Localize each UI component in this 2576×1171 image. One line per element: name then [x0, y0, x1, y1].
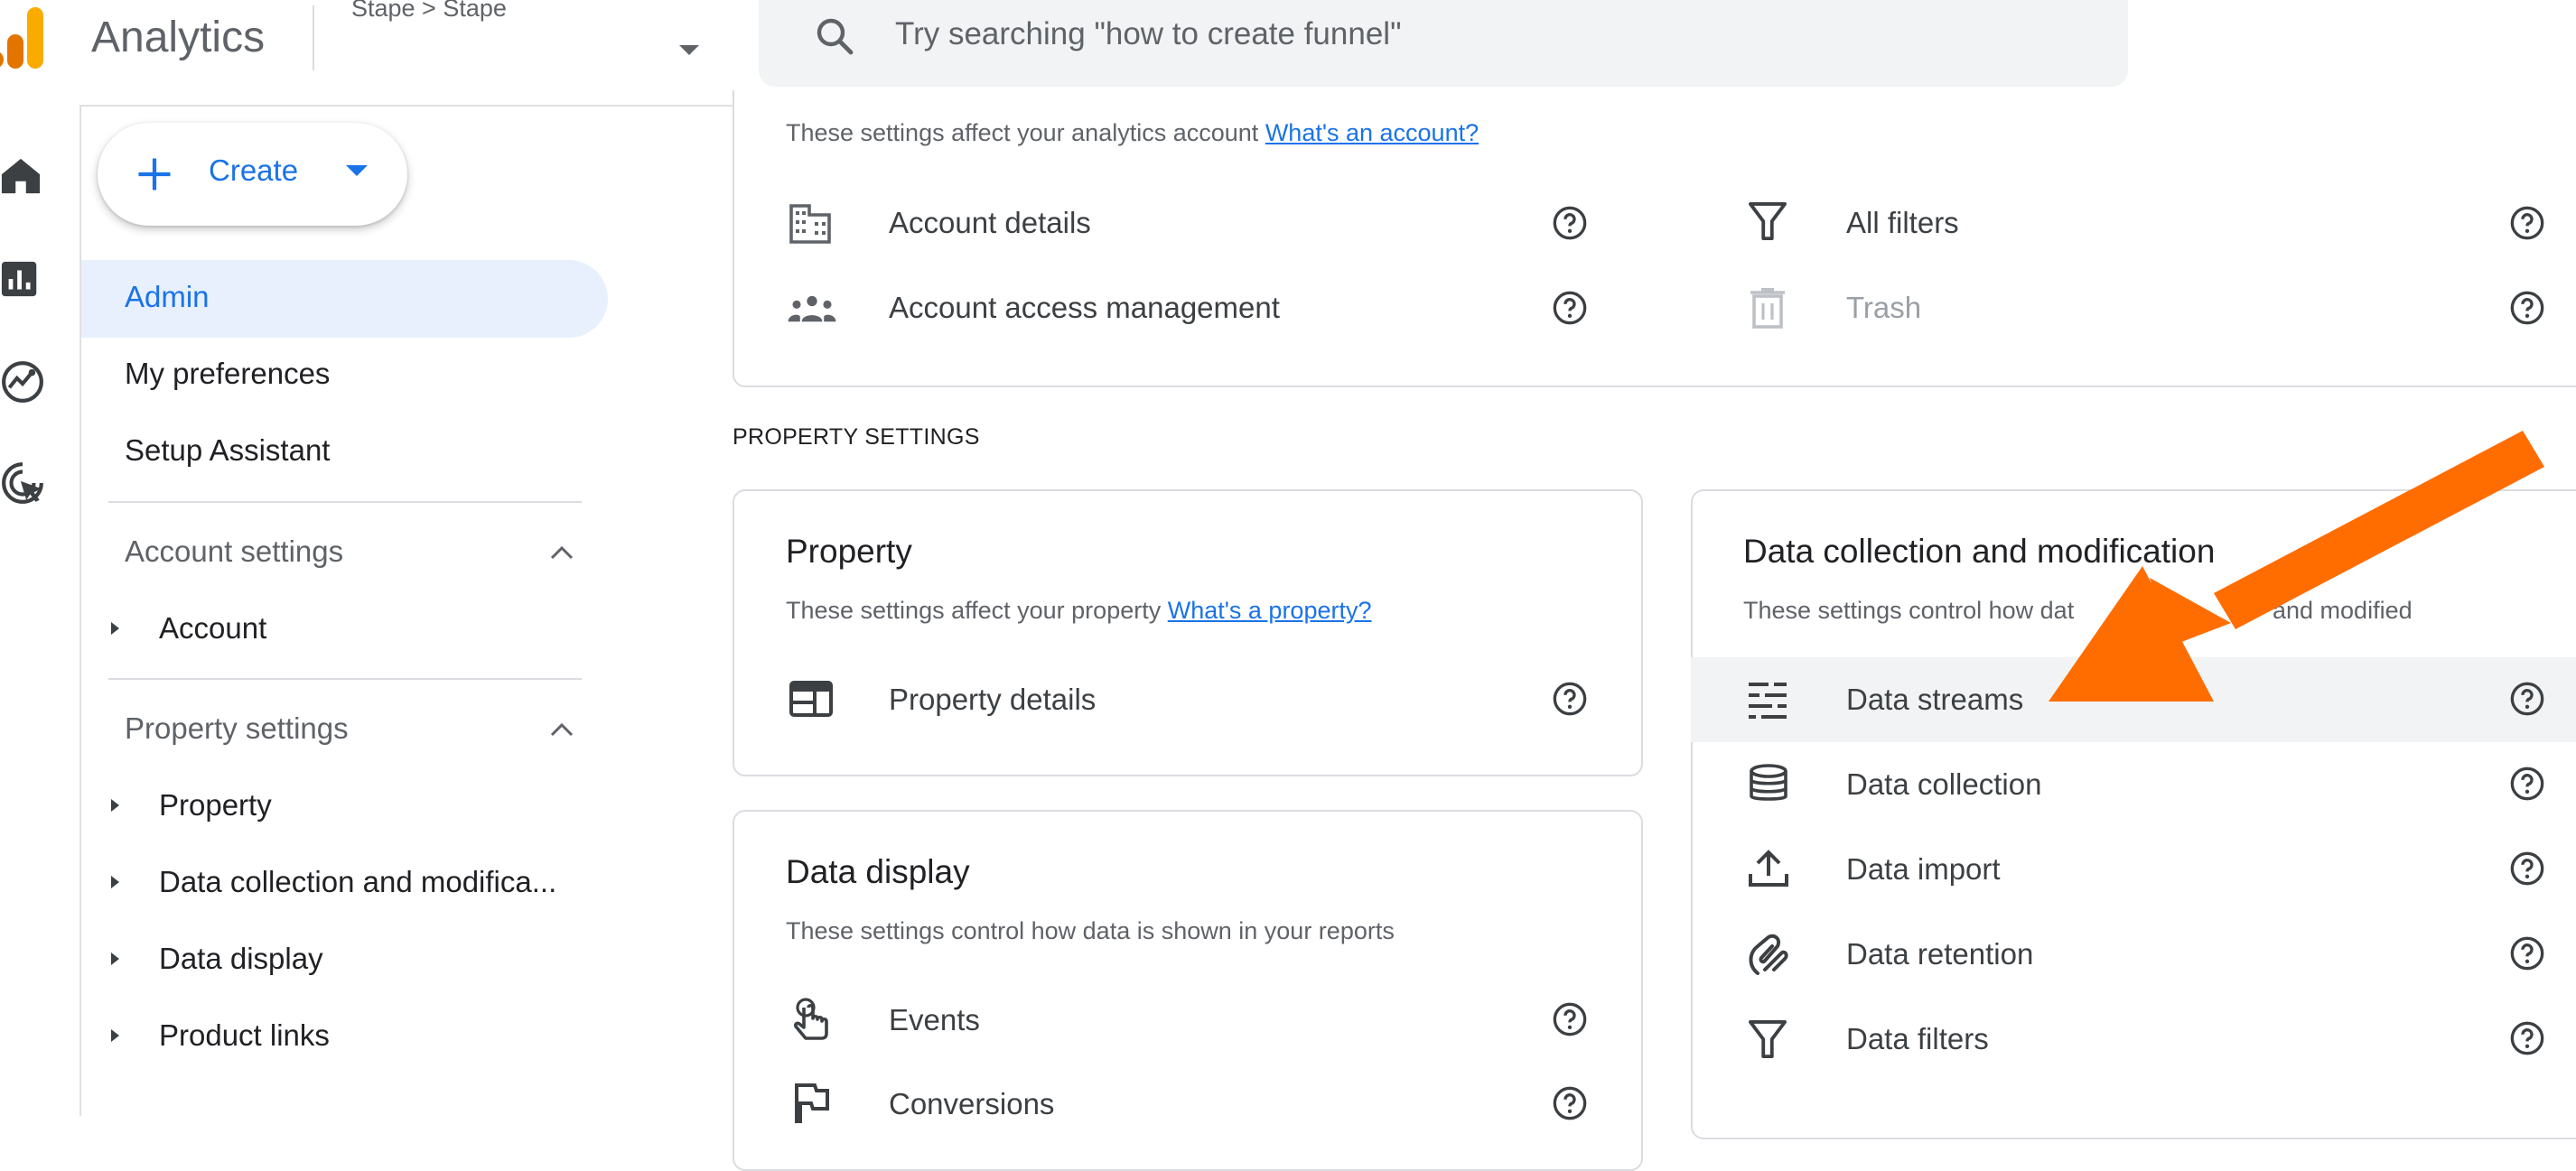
search-placeholder[interactable]: Try searching "how to create funnel" — [895, 16, 1402, 52]
property-settings-header[interactable]: Property settings — [125, 711, 349, 746]
explore-icon[interactable] — [0, 359, 45, 404]
whats-a-property-link[interactable]: What's a property? — [1168, 597, 1372, 624]
help-icon[interactable] — [2509, 935, 2545, 971]
expand-arrow-icon[interactable] — [111, 622, 119, 635]
trash-icon — [1750, 287, 1785, 329]
help-icon[interactable] — [2509, 1020, 2545, 1056]
data-collection-card — [1691, 489, 2576, 1139]
title-divider — [313, 5, 314, 70]
property-details-icon — [789, 681, 833, 717]
all-filters-link[interactable]: All filters — [1846, 206, 1959, 240]
help-icon[interactable] — [1552, 205, 1588, 241]
account-access-management-link[interactable]: Account access management — [889, 291, 1280, 325]
search-icon[interactable] — [813, 14, 856, 58]
data-filters-link[interactable]: Data filters — [1846, 1022, 1989, 1056]
help-icon[interactable] — [2509, 850, 2545, 887]
advertising-icon[interactable] — [0, 460, 45, 506]
events-link[interactable]: Events — [889, 1003, 980, 1037]
touch-icon — [791, 997, 831, 1042]
sidebar-item-my-preferences[interactable]: My preferences — [125, 357, 330, 391]
account-card-description: These settings affect your analytics acc… — [786, 119, 1479, 146]
search-bar[interactable]: Try searching "how to create funnel" — [759, 0, 2128, 87]
help-icon[interactable] — [1552, 681, 1588, 717]
help-icon[interactable] — [1552, 1085, 1588, 1121]
sidebar-item-property[interactable]: Property — [159, 788, 272, 822]
database-icon — [1749, 764, 1788, 804]
sidebar-item-account[interactable]: Account — [159, 611, 266, 646]
property-card-description: These settings affect your property What… — [786, 597, 1372, 624]
sidebar-item-data-collection[interactable]: Data collection and modifica... — [159, 865, 556, 899]
app-title: Analytics — [91, 14, 266, 61]
create-button[interactable]: Create — [98, 123, 407, 226]
help-icon[interactable] — [2509, 290, 2545, 326]
help-icon[interactable] — [2509, 681, 2545, 717]
trash-link[interactable]: Trash — [1846, 291, 1921, 325]
create-label: Create — [209, 153, 299, 187]
expand-arrow-icon[interactable] — [111, 1029, 119, 1042]
sidebar-item-data-display[interactable]: Data display — [159, 942, 323, 976]
filter-icon — [1749, 1020, 1787, 1060]
account-details-link[interactable]: Account details — [889, 206, 1091, 240]
expand-arrow-icon[interactable] — [111, 876, 119, 888]
conversions-link[interactable]: Conversions — [889, 1087, 1054, 1121]
data-collection-card-description-start: These settings control how dat — [1743, 597, 2075, 624]
sidebar-item-admin[interactable]: Admin — [81, 260, 608, 338]
data-streams-icon — [1747, 679, 1788, 720]
chevron-up-icon[interactable] — [549, 544, 574, 561]
plus-icon — [135, 155, 173, 193]
data-collection-link[interactable]: Data collection — [1846, 767, 2041, 802]
account-breadcrumb[interactable]: Stape > Stape — [351, 0, 507, 23]
retention-icon — [1747, 934, 1790, 975]
data-import-link[interactable]: Data import — [1846, 852, 2001, 887]
reports-icon[interactable] — [0, 258, 42, 300]
sidebar-divider — [108, 501, 582, 503]
help-icon[interactable] — [2509, 205, 2545, 241]
whats-an-account-link[interactable]: What's an account? — [1265, 119, 1479, 146]
data-display-card-description: These settings control how data is shown… — [786, 917, 1395, 944]
chevron-up-icon[interactable] — [549, 721, 574, 738]
data-collection-card-title: Data collection and modification — [1743, 533, 2216, 570]
home-icon[interactable] — [0, 155, 42, 197]
expand-arrow-icon[interactable] — [111, 953, 119, 965]
data-streams-row-highlight — [1691, 657, 2576, 742]
property-details-link[interactable]: Property details — [889, 683, 1096, 717]
sidebar-item-label: Admin — [125, 280, 210, 313]
expand-arrow-icon[interactable] — [111, 799, 119, 812]
data-collection-card-description-end: and modified — [2273, 597, 2413, 624]
upload-icon — [1749, 849, 1788, 888]
help-icon[interactable] — [2509, 766, 2545, 802]
data-retention-link[interactable]: Data retention — [1846, 937, 2033, 971]
account-picker-caret-icon[interactable] — [679, 45, 699, 56]
chevron-down-icon[interactable] — [346, 165, 368, 178]
left-rail — [0, 105, 81, 1116]
building-icon — [789, 202, 833, 244]
data-streams-link[interactable]: Data streams — [1846, 683, 2023, 717]
people-icon — [786, 294, 838, 325]
sidebar-item-setup-assistant[interactable]: Setup Assistant — [125, 433, 330, 468]
analytics-logo-icon[interactable] — [0, 4, 51, 72]
filter-icon — [1749, 202, 1787, 242]
help-icon[interactable] — [1552, 1001, 1588, 1037]
sidebar-item-product-links[interactable]: Product links — [159, 1018, 330, 1053]
property-settings-heading: PROPERTY SETTINGS — [733, 424, 980, 450]
data-display-card-title: Data display — [786, 853, 970, 890]
flag-icon — [793, 1083, 829, 1123]
sidebar-divider — [108, 678, 582, 680]
property-card-title: Property — [786, 533, 912, 570]
help-icon[interactable] — [1552, 290, 1588, 326]
account-settings-header[interactable]: Account settings — [125, 534, 343, 569]
